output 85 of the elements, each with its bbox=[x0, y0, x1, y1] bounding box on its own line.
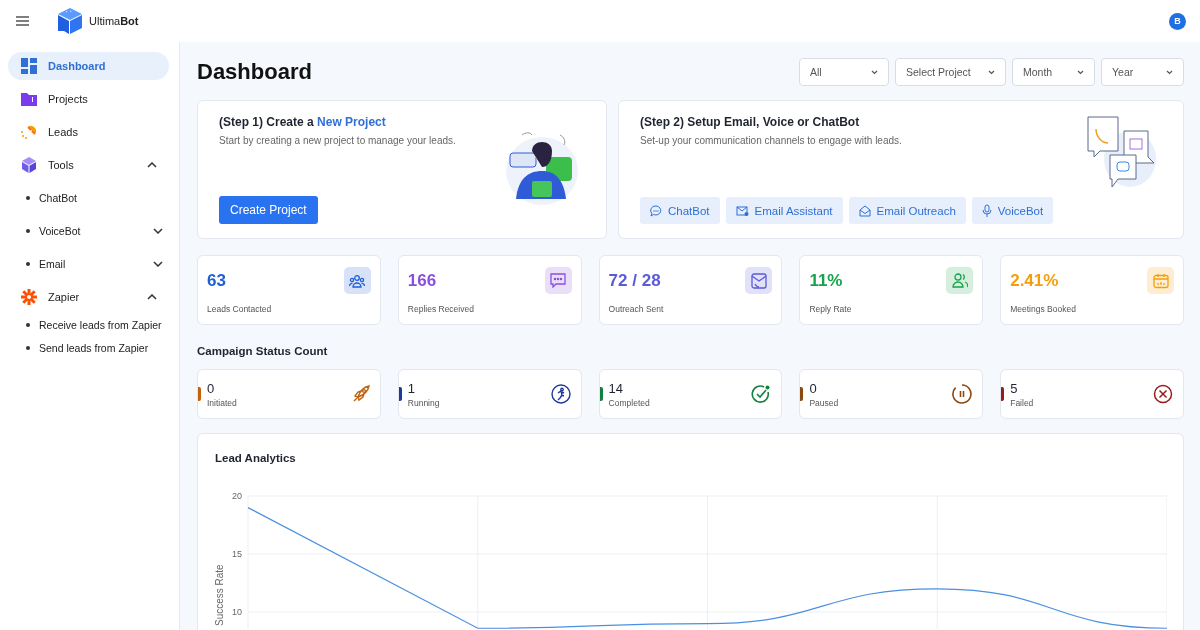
stat-label: Leads Contacted bbox=[207, 304, 273, 314]
asterisk-icon bbox=[20, 288, 38, 306]
filter-dropdown[interactable]: Month bbox=[1012, 58, 1095, 86]
brand-name: UltimaBot bbox=[89, 15, 139, 27]
step-title: (Step 2) Setup Email, Voice or ChatBot bbox=[640, 115, 861, 129]
status-count: 0 bbox=[207, 380, 216, 396]
runner-icon bbox=[550, 384, 571, 404]
chat-icon bbox=[650, 204, 662, 217]
axis-tick-label: 15 bbox=[232, 549, 243, 559]
axis-tick-label: 10 bbox=[232, 607, 243, 617]
status-label: Paused bbox=[809, 397, 840, 408]
chevron-down-icon bbox=[1077, 69, 1084, 75]
chevron-down-icon bbox=[1166, 69, 1173, 75]
sidebar-item[interactable]: Dashboard bbox=[8, 52, 169, 80]
mail-icon bbox=[750, 272, 767, 289]
bullet-icon bbox=[26, 196, 30, 200]
check-circle-icon bbox=[751, 384, 772, 404]
status-count: 1 bbox=[407, 380, 417, 396]
sidebar-item[interactable]: Zapier bbox=[8, 283, 169, 311]
stat-value: 166 bbox=[407, 271, 437, 291]
stat-value: 11% bbox=[809, 271, 843, 291]
sidebar-item[interactable]: Projects bbox=[8, 85, 169, 113]
filter-dropdown[interactable]: All bbox=[799, 58, 889, 86]
status-label: Initiated bbox=[207, 397, 238, 408]
rocket-icon bbox=[351, 385, 370, 403]
sidebar-subitem[interactable]: Send leads from Zapier bbox=[26, 339, 163, 357]
status-count: 5 bbox=[1010, 380, 1019, 396]
bullet-icon bbox=[26, 323, 30, 327]
cube-logo-icon bbox=[57, 7, 83, 35]
stat-label: Reply Rate bbox=[809, 304, 853, 314]
sidebar-subitem[interactable]: Receive leads from Zapier bbox=[26, 316, 163, 334]
status-label: Running bbox=[407, 397, 441, 408]
axis-tick-label: 20 bbox=[232, 491, 243, 501]
chevron-down-icon[interactable] bbox=[153, 228, 163, 234]
channel-button[interactable]: Email Assistant bbox=[725, 197, 843, 224]
stat-label: Outreach Sent bbox=[608, 304, 665, 314]
microphone-icon bbox=[981, 204, 992, 217]
sidebar-item[interactable]: Tools bbox=[8, 151, 169, 179]
chevron-down-icon bbox=[988, 69, 995, 75]
users-icon bbox=[951, 273, 968, 288]
sidebar-subitem[interactable]: VoiceBot bbox=[26, 217, 163, 245]
inbox-icon bbox=[858, 204, 871, 217]
channel-button[interactable]: VoiceBot bbox=[971, 197, 1054, 224]
stat-label: Replies Received bbox=[407, 304, 475, 314]
message-icon bbox=[550, 273, 567, 288]
stat-label: Meetings Booked bbox=[1010, 304, 1077, 314]
chart-title: Lead Analytics bbox=[215, 452, 297, 464]
sidebar-subitem[interactable]: ChatBot bbox=[26, 184, 163, 212]
close-circle-icon bbox=[1153, 384, 1173, 404]
chevron-up-icon[interactable] bbox=[147, 294, 157, 300]
section-title: Campaign Status Count bbox=[197, 345, 329, 357]
stat-value: 72 / 28 bbox=[608, 271, 661, 291]
stat-value: 2.41% bbox=[1010, 271, 1059, 291]
user-avatar[interactable]: B bbox=[1169, 12, 1186, 30]
bullet-icon bbox=[26, 262, 30, 266]
mail-icon bbox=[735, 204, 749, 217]
folder-icon bbox=[21, 92, 37, 106]
chevron-down-icon bbox=[871, 69, 878, 75]
create-project-button[interactable]: Create Project bbox=[219, 196, 318, 224]
pause-icon bbox=[952, 384, 973, 404]
chevron-up-icon[interactable] bbox=[147, 162, 157, 168]
stat-value: 63 bbox=[207, 271, 226, 291]
chevron-down-icon[interactable] bbox=[153, 261, 163, 267]
filter-dropdown[interactable]: Year bbox=[1101, 58, 1184, 86]
axis-title: Success Rate bbox=[215, 564, 226, 626]
status-count: 0 bbox=[809, 380, 818, 396]
bullet-icon bbox=[26, 346, 30, 350]
status-label: Completed bbox=[608, 397, 651, 408]
filter-dropdown[interactable]: Select Project bbox=[895, 58, 1006, 86]
sidebar-subitem[interactable]: Email bbox=[26, 250, 163, 278]
calendar-icon bbox=[1152, 272, 1169, 289]
dashboard-icon bbox=[21, 58, 37, 74]
page-title: Dashboard bbox=[197, 59, 312, 85]
status-count: 14 bbox=[608, 380, 625, 396]
sidebar-item[interactable]: Leads bbox=[8, 118, 169, 146]
cube-icon bbox=[21, 157, 37, 173]
channel-button[interactable]: ChatBot bbox=[640, 197, 720, 224]
bullet-icon bbox=[26, 229, 30, 233]
step-description: Set-up your communication channels to engage with leads. bbox=[640, 135, 903, 146]
channel-button[interactable]: Email Outreach bbox=[848, 197, 966, 224]
status-label: Failed bbox=[1010, 397, 1035, 408]
menu-icon[interactable] bbox=[16, 16, 29, 26]
step-title: (Step 1) Create a New Project bbox=[219, 115, 387, 129]
step-description: Start by creating a new project to manage your leads. bbox=[219, 135, 456, 146]
group-icon bbox=[349, 273, 366, 288]
